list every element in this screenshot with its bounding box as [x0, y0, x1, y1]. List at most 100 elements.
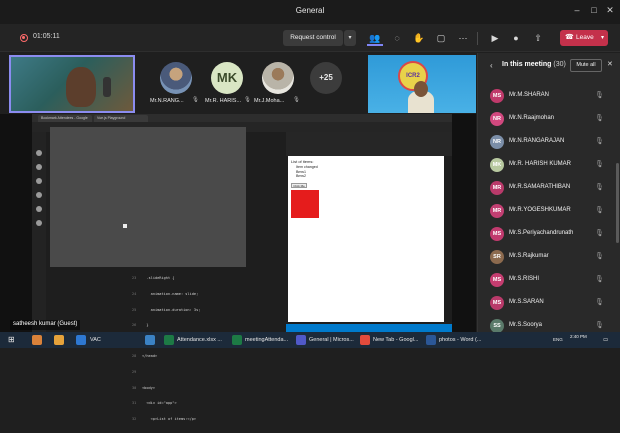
word-icon[interactable] — [426, 335, 436, 345]
taskbar-item[interactable]: meetingAttenda... — [245, 334, 288, 346]
source-control-icon — [36, 178, 42, 184]
close-icon[interactable]: ✕ — [607, 60, 613, 68]
avatar[interactable]: MK — [211, 62, 243, 94]
list-item: Bmw2 — [296, 174, 318, 179]
avatar[interactable] — [160, 62, 192, 94]
minimize-icon[interactable]: – — [570, 5, 584, 15]
presenter-label: satheesh kumar (Guest) — [10, 320, 81, 330]
taskbar-item[interactable]: General | Micros... — [309, 334, 354, 346]
search-icon — [36, 164, 42, 170]
code-line: 29 — [132, 370, 137, 375]
editor-activity-bar — [32, 132, 46, 332]
taskbar-item[interactable]: Attendance.xlsx ... — [177, 334, 222, 346]
participant-row[interactable]: MS Mr.S.Periyachandrunath 🎙 — [478, 224, 620, 244]
participant-name: Mr.N.RANGARAJAN — [509, 138, 565, 144]
mic-off-icon: 🎙 — [595, 276, 604, 283]
participant-row[interactable]: MR Mr.R.SAMARATHIBAN 🎙 — [478, 178, 620, 198]
avatar: MS — [490, 273, 504, 287]
participant-row[interactable]: MS Mr.M.SHARAN 🎙 — [478, 86, 620, 106]
avatar[interactable] — [262, 62, 294, 94]
app-icon[interactable] — [32, 335, 42, 345]
chevron-down-icon[interactable]: ▾ — [344, 30, 356, 46]
code-line: 32 <p>List of items:</p> — [132, 416, 197, 421]
avatar: NR — [490, 112, 504, 126]
participant-name: Mr.S.RISHI — [509, 276, 540, 282]
mic-off-icon: 🎙 — [595, 322, 604, 329]
teams-icon[interactable] — [296, 335, 306, 345]
participant-row[interactable]: NR Mr.N.RANGARAJAN 🎙 — [478, 132, 620, 152]
mic-off-icon: 🎙 — [244, 97, 251, 103]
code-line: 28 </head> — [132, 354, 158, 359]
more-icon[interactable]: ⋯ — [455, 30, 471, 46]
rooms-icon[interactable]: ▢ — [433, 30, 449, 46]
mouse-cursor — [123, 224, 127, 228]
avatar: MK — [490, 158, 504, 172]
red-box — [291, 190, 319, 218]
mic-off-icon: 🎙 — [595, 115, 604, 122]
chevron-down-icon: ▾ — [600, 35, 604, 41]
editor-status-bar — [286, 324, 452, 332]
chat-icon[interactable]: ◌ — [389, 30, 405, 46]
participant-row[interactable]: MS Mr.S.RISHI 🎙 — [478, 270, 620, 290]
settings-icon — [36, 220, 42, 226]
mic-off-icon: 🎙 — [595, 207, 604, 214]
participant-name: Mr.N.Raajmohan — [509, 115, 555, 121]
chrome-icon[interactable] — [360, 335, 370, 345]
taskbar-item[interactable]: VAC — [90, 334, 101, 346]
people-icon[interactable]: 👥 — [367, 30, 383, 46]
leave-button[interactable]: ☎ Leave ▾ — [560, 30, 608, 46]
mute-all-button[interactable]: Mute all — [570, 59, 602, 72]
list-item: Item changed — [296, 165, 318, 170]
toolbar-divider — [477, 32, 478, 45]
maximize-icon[interactable]: □ — [587, 5, 601, 15]
code-line: 26 } — [132, 323, 149, 328]
host-video-tile[interactable]: ICR2 — [368, 55, 476, 113]
share-icon[interactable]: ⇧ — [530, 30, 546, 46]
excel-icon[interactable] — [164, 335, 174, 345]
phone-icon: ☎ — [565, 34, 574, 41]
host-head — [414, 81, 428, 97]
camera-icon[interactable]: ▶ — [487, 30, 503, 46]
more-participants-button[interactable]: +25 — [310, 62, 342, 94]
language-indicator[interactable]: ENG — [553, 334, 563, 346]
participant-row[interactable]: NR Mr.N.Raajmohan 🎙 — [478, 109, 620, 129]
mic-off-icon: 🎙 — [595, 138, 604, 145]
participant-name: Mr.M.SHARAN — [509, 92, 550, 98]
taskbar-item[interactable]: photos - Word (... — [439, 334, 481, 346]
app-icon[interactable] — [76, 335, 86, 345]
participant-row[interactable]: MS Mr.S.SARAN 🎙 — [478, 293, 620, 313]
participant-row[interactable]: SR Mr.S.Rajkumar 🎙 — [478, 247, 620, 267]
request-control-button[interactable]: Request control — [283, 30, 343, 46]
scrollbar[interactable] — [616, 163, 619, 243]
mic-off-icon: 🎙 — [293, 97, 300, 103]
excel-icon[interactable] — [232, 335, 242, 345]
code-line: 24 animation-name: slide; — [132, 292, 199, 297]
meeting-toolbar: 01:05:11 Request control ▾ 👥 ◌ ✋ ▢ ⋯ ▶ ●… — [0, 24, 620, 52]
recording-icon — [20, 34, 28, 42]
clock[interactable]: 2:40 PM — [570, 334, 587, 340]
participant-row[interactable]: MK Mr.R. HARISH KUMAR 🎙 — [478, 155, 620, 175]
avatar: MS — [490, 227, 504, 241]
close-icon[interactable]: ✕ — [603, 5, 617, 16]
browser-tab-bar: Bookmark Attendees - Google Vue.js Playg… — [32, 114, 452, 122]
avatar: SS — [490, 319, 504, 333]
browser-preview: List of items: Item changed Bmw1 Bmw2 Cl… — [288, 156, 444, 322]
notifications-icon[interactable]: ▭ — [603, 334, 608, 346]
chevron-left-icon[interactable]: ‹ — [490, 61, 493, 70]
self-video-tile[interactable] — [9, 55, 135, 113]
mic-off-icon: 🎙 — [595, 253, 604, 260]
windows-taskbar: ⊞ VAC Attendance.xlsx ... meetingAttenda… — [0, 332, 620, 348]
participant-row[interactable]: MR Mr.R.YOGESHKUMAR 🎙 — [478, 201, 620, 221]
debug-icon — [36, 192, 42, 198]
mic-icon[interactable]: ● — [508, 30, 524, 46]
avatar: MS — [490, 296, 504, 310]
folder-icon[interactable] — [54, 335, 64, 345]
preview-list: Item changed Bmw1 Bmw2 — [296, 165, 318, 179]
windows-start-icon[interactable]: ⊞ — [8, 334, 15, 346]
participant-name: Mr.N.RANG... — [150, 98, 184, 104]
shared-editor-window: Bookmark Attendees - Google Vue.js Playg… — [32, 114, 452, 421]
microphone-image — [103, 77, 111, 97]
taskbar-item[interactable]: New Tab - Googl... — [373, 334, 418, 346]
raise-hand-icon[interactable]: ✋ — [411, 30, 427, 46]
app-icon[interactable] — [145, 335, 155, 345]
